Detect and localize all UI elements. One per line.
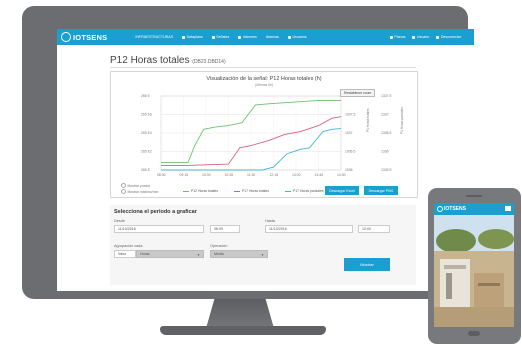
y-tick-label-right: 1937.5	[345, 113, 355, 117]
pencil-icon	[182, 35, 186, 39]
reset-zoom-button[interactable]: Restablecer zoom	[340, 89, 376, 97]
operacion-label: Operación	[210, 244, 228, 248]
divider	[110, 67, 416, 68]
hasta-label: Hasta	[265, 219, 275, 223]
nav-item-infraestructuras[interactable]: INFRAESTRUCTURAS	[135, 35, 173, 39]
logo-icon	[437, 206, 443, 212]
chart-panel: 266 E19381337 E265 E61937.51337265 E4193…	[110, 71, 418, 198]
y-tick-label-right: 1335 E	[381, 168, 392, 172]
chart-subtitle: (Ultimas 6h)	[254, 83, 274, 87]
nav-item-senales[interactable]: Señales	[211, 35, 229, 39]
hasta-date-input[interactable]: 11/10/2016	[265, 225, 353, 233]
y-tick-label-right: 1937	[345, 131, 353, 135]
agrupacion-unit-select[interactable]: Horas ▼	[136, 250, 204, 258]
y-tick-label-right: 1337	[381, 113, 389, 117]
nav-item-alarmas[interactable]: Alarmas	[266, 35, 279, 39]
show-points-toggle[interactable]: Mostrar puntos	[121, 183, 150, 188]
desde-time-input[interactable]: 06:09	[210, 225, 240, 233]
phone-speaker	[466, 195, 482, 197]
phone-frame: IOTSENS	[428, 188, 521, 344]
nav-right: Planos Usuario Desconectar	[389, 35, 468, 39]
nav-item-usuario[interactable]: Usuario	[412, 35, 429, 39]
chevron-down-icon: ▼	[261, 253, 264, 257]
legend-item[interactable]: P17 Horas parciales	[285, 189, 324, 193]
y-tick-label-right: 1936	[345, 168, 353, 172]
logo[interactable]: IOTSENS	[61, 32, 107, 42]
monitor-frame: IOTSENS INFRAESTRUCTURAS Dataplans Señal…	[22, 6, 474, 299]
y-tick-label: 265 E2	[141, 150, 152, 154]
signal-code: (DB23.DBD14)	[192, 59, 226, 65]
nav-item-planos[interactable]: Planos	[389, 35, 405, 39]
logo-icon	[61, 32, 71, 42]
x-tick-label: 13:00	[292, 173, 301, 177]
x-tick-label: 14:30	[337, 173, 346, 177]
nav-item-desconectar[interactable]: Desconectar	[436, 35, 461, 39]
chevron-down-icon: ▼	[197, 253, 200, 257]
menu-icon[interactable]	[505, 206, 511, 211]
radio-icon	[121, 183, 126, 188]
y-axis-label: P1 Horas parciales	[400, 107, 404, 134]
user-icon	[412, 35, 416, 39]
x-tick-label: 10:00	[202, 173, 211, 177]
signal-icon	[211, 35, 215, 39]
phone-screen: IOTSENS	[434, 203, 514, 327]
agrupacion-value-input[interactable]: Valor	[114, 250, 136, 258]
period-form: Selecciona el periodo a graficar Desde 1…	[110, 205, 416, 285]
y-tick-label: 265 E	[141, 168, 151, 172]
operacion-select[interactable]: Media ▼	[210, 250, 268, 258]
show-max-min-toggle[interactable]: Mostrar máximo/mín	[121, 189, 158, 194]
y-axis-label: P1 Horas totales	[366, 108, 370, 132]
nav-item-informes[interactable]: Informes	[238, 35, 257, 39]
monitor-screen: IOTSENS INFRAESTRUCTURAS Dataplans Señal…	[57, 29, 474, 291]
legend-item[interactable]: P17 Horas totales	[234, 189, 269, 193]
nav-item-dataplans[interactable]: Dataplans	[182, 35, 203, 39]
radio-icon	[121, 189, 126, 194]
nav-item-usuarios[interactable]: Usuarios	[287, 35, 307, 39]
y-tick-label: 265 E6	[141, 113, 152, 117]
logo-text: IOTSENS	[73, 32, 108, 42]
y-tick-label-right: 1936.5	[345, 150, 355, 154]
mostrar-button[interactable]: Mostrar	[344, 258, 390, 271]
x-tick-label: 09:15	[180, 173, 189, 177]
download-excel-button[interactable]: Descargar Excel	[325, 186, 359, 195]
industrial-photo	[434, 215, 514, 327]
report-icon	[238, 35, 242, 39]
hasta-time-input[interactable]: 12:00	[358, 225, 390, 233]
phone-logo-text: IOTSENS	[444, 206, 466, 212]
x-tick-label: 08:30	[157, 173, 166, 177]
nav-menu: INFRAESTRUCTURAS Dataplans Señales Infor…	[135, 35, 315, 39]
desde-label: Desde	[114, 219, 125, 223]
monitor-stand	[206, 299, 274, 327]
top-navbar: IOTSENS INFRAESTRUCTURAS Dataplans Señal…	[57, 29, 474, 45]
phone-navbar: IOTSENS	[434, 203, 514, 215]
monitor-base	[160, 326, 326, 335]
x-tick-label: 12:15	[270, 173, 279, 177]
user-icon	[287, 35, 291, 39]
map-icon	[389, 35, 393, 39]
y-tick-label: 266 E	[141, 94, 151, 98]
legend-item[interactable]: P12 Horas totales	[183, 189, 218, 193]
x-tick-label: 11:30	[247, 173, 255, 177]
y-tick-label-right: 1337 E	[381, 94, 392, 98]
download-png-button[interactable]: Descargar PNG	[364, 186, 398, 195]
y-tick-label-right: 1336	[381, 150, 389, 154]
y-tick-label-right: 1336.5	[381, 131, 391, 135]
agrupacion-label: Agrupación cada	[114, 244, 143, 248]
desde-date-input[interactable]: 11/10/2016	[114, 225, 204, 233]
page-title: P12 Horas totales (DB23.DBD14)	[110, 55, 226, 66]
x-tick-label: 13:45	[315, 173, 324, 177]
x-tick-label: 10:45	[225, 173, 234, 177]
chart-title: Visualización de la señal: P12 Horas tot…	[206, 76, 322, 82]
logout-icon	[436, 35, 440, 39]
phone-home-button[interactable]	[468, 331, 480, 336]
y-tick-label: 265 E4	[141, 131, 152, 135]
period-title: Selecciona el periodo a graficar	[114, 209, 197, 215]
